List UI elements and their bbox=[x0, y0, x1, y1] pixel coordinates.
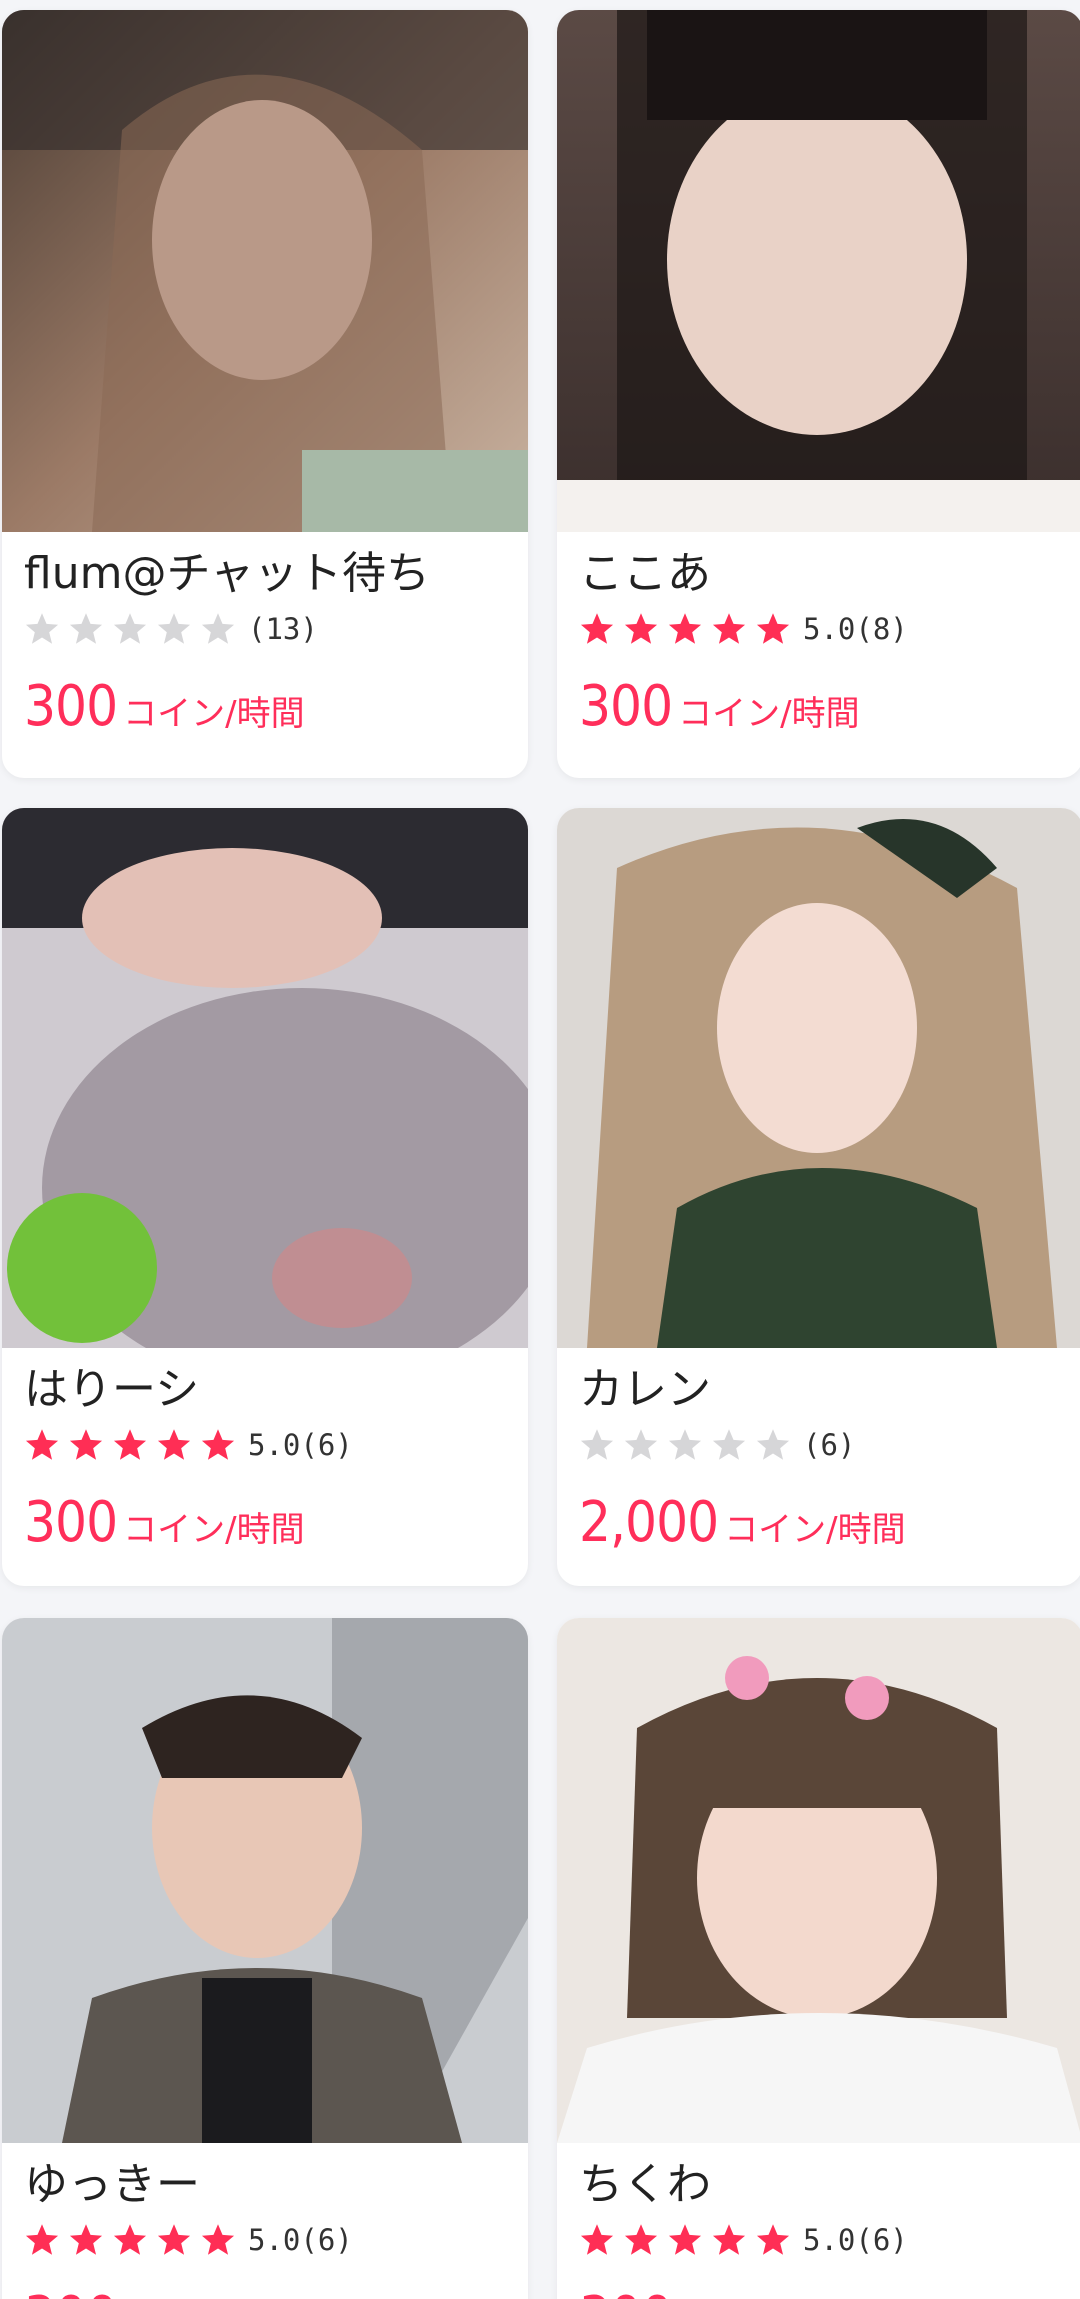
profile-photo[interactable] bbox=[2, 808, 528, 1348]
price: 300 コイン/時間 bbox=[24, 674, 506, 739]
rating-count: 5.0(8) bbox=[803, 612, 908, 646]
profile-name: カレン bbox=[579, 1364, 711, 1415]
profile-card[interactable]: ここあ 5.0(8) 300 コイン/時間 bbox=[557, 10, 1080, 778]
rating-count: 5.0(6) bbox=[248, 1428, 353, 1462]
profile-name: ここあ bbox=[579, 548, 711, 599]
star-icon bbox=[69, 2224, 103, 2255]
profile-photo[interactable] bbox=[557, 808, 1080, 1348]
star-icon bbox=[712, 2224, 746, 2255]
price-amount: 2,000 bbox=[579, 1490, 719, 1555]
price-amount: 300 bbox=[24, 674, 118, 739]
price-amount: 300 bbox=[579, 2285, 673, 2299]
star-icon bbox=[668, 1429, 702, 1460]
rating-row: 5.0(6) bbox=[24, 2217, 506, 2263]
star-icon bbox=[25, 613, 59, 644]
star-icon bbox=[756, 613, 790, 644]
star-icon bbox=[157, 2224, 191, 2255]
star-icon bbox=[580, 1429, 614, 1460]
profile-photo[interactable] bbox=[2, 10, 528, 532]
price: 2,000 コイン/時間 bbox=[579, 1490, 1061, 1555]
star-icon bbox=[69, 1429, 103, 1460]
profile-grid: flum@チャット待ち (13) 300 コイン/時間 ここあ 5.0(8) 3… bbox=[0, 0, 1080, 2299]
price: 300 コイン/時間 bbox=[579, 674, 1061, 739]
price-unit: コイン/時間 bbox=[678, 694, 860, 734]
star-rating bbox=[24, 611, 236, 647]
star-icon bbox=[25, 1429, 59, 1460]
price: 300 bbox=[579, 2285, 1061, 2299]
price-unit: コイン/時間 bbox=[123, 694, 305, 734]
profile-card[interactable]: ちくわ 5.0(6) 300 bbox=[557, 1618, 1080, 2299]
price-unit: コイン/時間 bbox=[724, 1510, 906, 1550]
star-icon bbox=[756, 1429, 790, 1460]
profile-photo[interactable] bbox=[557, 10, 1080, 532]
rating-row: 5.0(6) bbox=[24, 1422, 506, 1468]
price-unit: コイン/時間 bbox=[123, 1510, 305, 1550]
profile-card[interactable]: カレン (6) 2,000 コイン/時間 bbox=[557, 808, 1080, 1586]
price: 300 コイン/時間 bbox=[24, 1490, 506, 1555]
rating-count: (13) bbox=[248, 612, 318, 646]
star-icon bbox=[69, 613, 103, 644]
star-icon bbox=[624, 2224, 658, 2255]
profile-name: はりーシ bbox=[24, 1364, 200, 1415]
price-amount: 300 bbox=[579, 674, 673, 739]
star-icon bbox=[668, 2224, 702, 2255]
rating-count: 5.0(6) bbox=[248, 2223, 353, 2257]
star-rating bbox=[579, 1427, 791, 1463]
star-icon bbox=[580, 613, 614, 644]
rating-count: (6) bbox=[803, 1428, 856, 1462]
profile-photo[interactable] bbox=[2, 1618, 528, 2143]
star-icon bbox=[201, 2224, 235, 2255]
profile-name: ちくわ bbox=[579, 2159, 711, 2210]
star-rating bbox=[579, 611, 791, 647]
star-icon bbox=[668, 613, 702, 644]
star-icon bbox=[712, 613, 746, 644]
profile-card[interactable]: flum@チャット待ち (13) 300 コイン/時間 bbox=[2, 10, 528, 778]
rating-row: (6) bbox=[579, 1422, 1061, 1468]
rating-row: 5.0(6) bbox=[579, 2217, 1061, 2263]
star-icon bbox=[580, 2224, 614, 2255]
star-rating bbox=[579, 2222, 791, 2258]
star-rating bbox=[24, 1427, 236, 1463]
profile-name: ゆっきー bbox=[24, 2159, 200, 2210]
price: 300 bbox=[24, 2285, 506, 2299]
profile-name: flum@チャット待ち bbox=[24, 548, 431, 599]
star-icon bbox=[113, 1429, 147, 1460]
price-amount: 300 bbox=[24, 1490, 118, 1555]
star-icon bbox=[756, 2224, 790, 2255]
profile-card[interactable]: ゆっきー 5.0(6) 300 bbox=[2, 1618, 528, 2299]
star-icon bbox=[113, 613, 147, 644]
star-icon bbox=[25, 2224, 59, 2255]
star-icon bbox=[624, 613, 658, 644]
rating-row: (13) bbox=[24, 606, 506, 652]
star-icon bbox=[157, 1429, 191, 1460]
star-icon bbox=[201, 1429, 235, 1460]
star-icon bbox=[157, 613, 191, 644]
star-icon bbox=[113, 2224, 147, 2255]
star-rating bbox=[24, 2222, 236, 2258]
profile-photo[interactable] bbox=[557, 1618, 1080, 2143]
rating-count: 5.0(6) bbox=[803, 2223, 908, 2257]
rating-row: 5.0(8) bbox=[579, 606, 1061, 652]
star-icon bbox=[624, 1429, 658, 1460]
star-icon bbox=[712, 1429, 746, 1460]
star-icon bbox=[201, 613, 235, 644]
price-amount: 300 bbox=[24, 2285, 118, 2299]
profile-card[interactable]: はりーシ 5.0(6) 300 コイン/時間 bbox=[2, 808, 528, 1586]
